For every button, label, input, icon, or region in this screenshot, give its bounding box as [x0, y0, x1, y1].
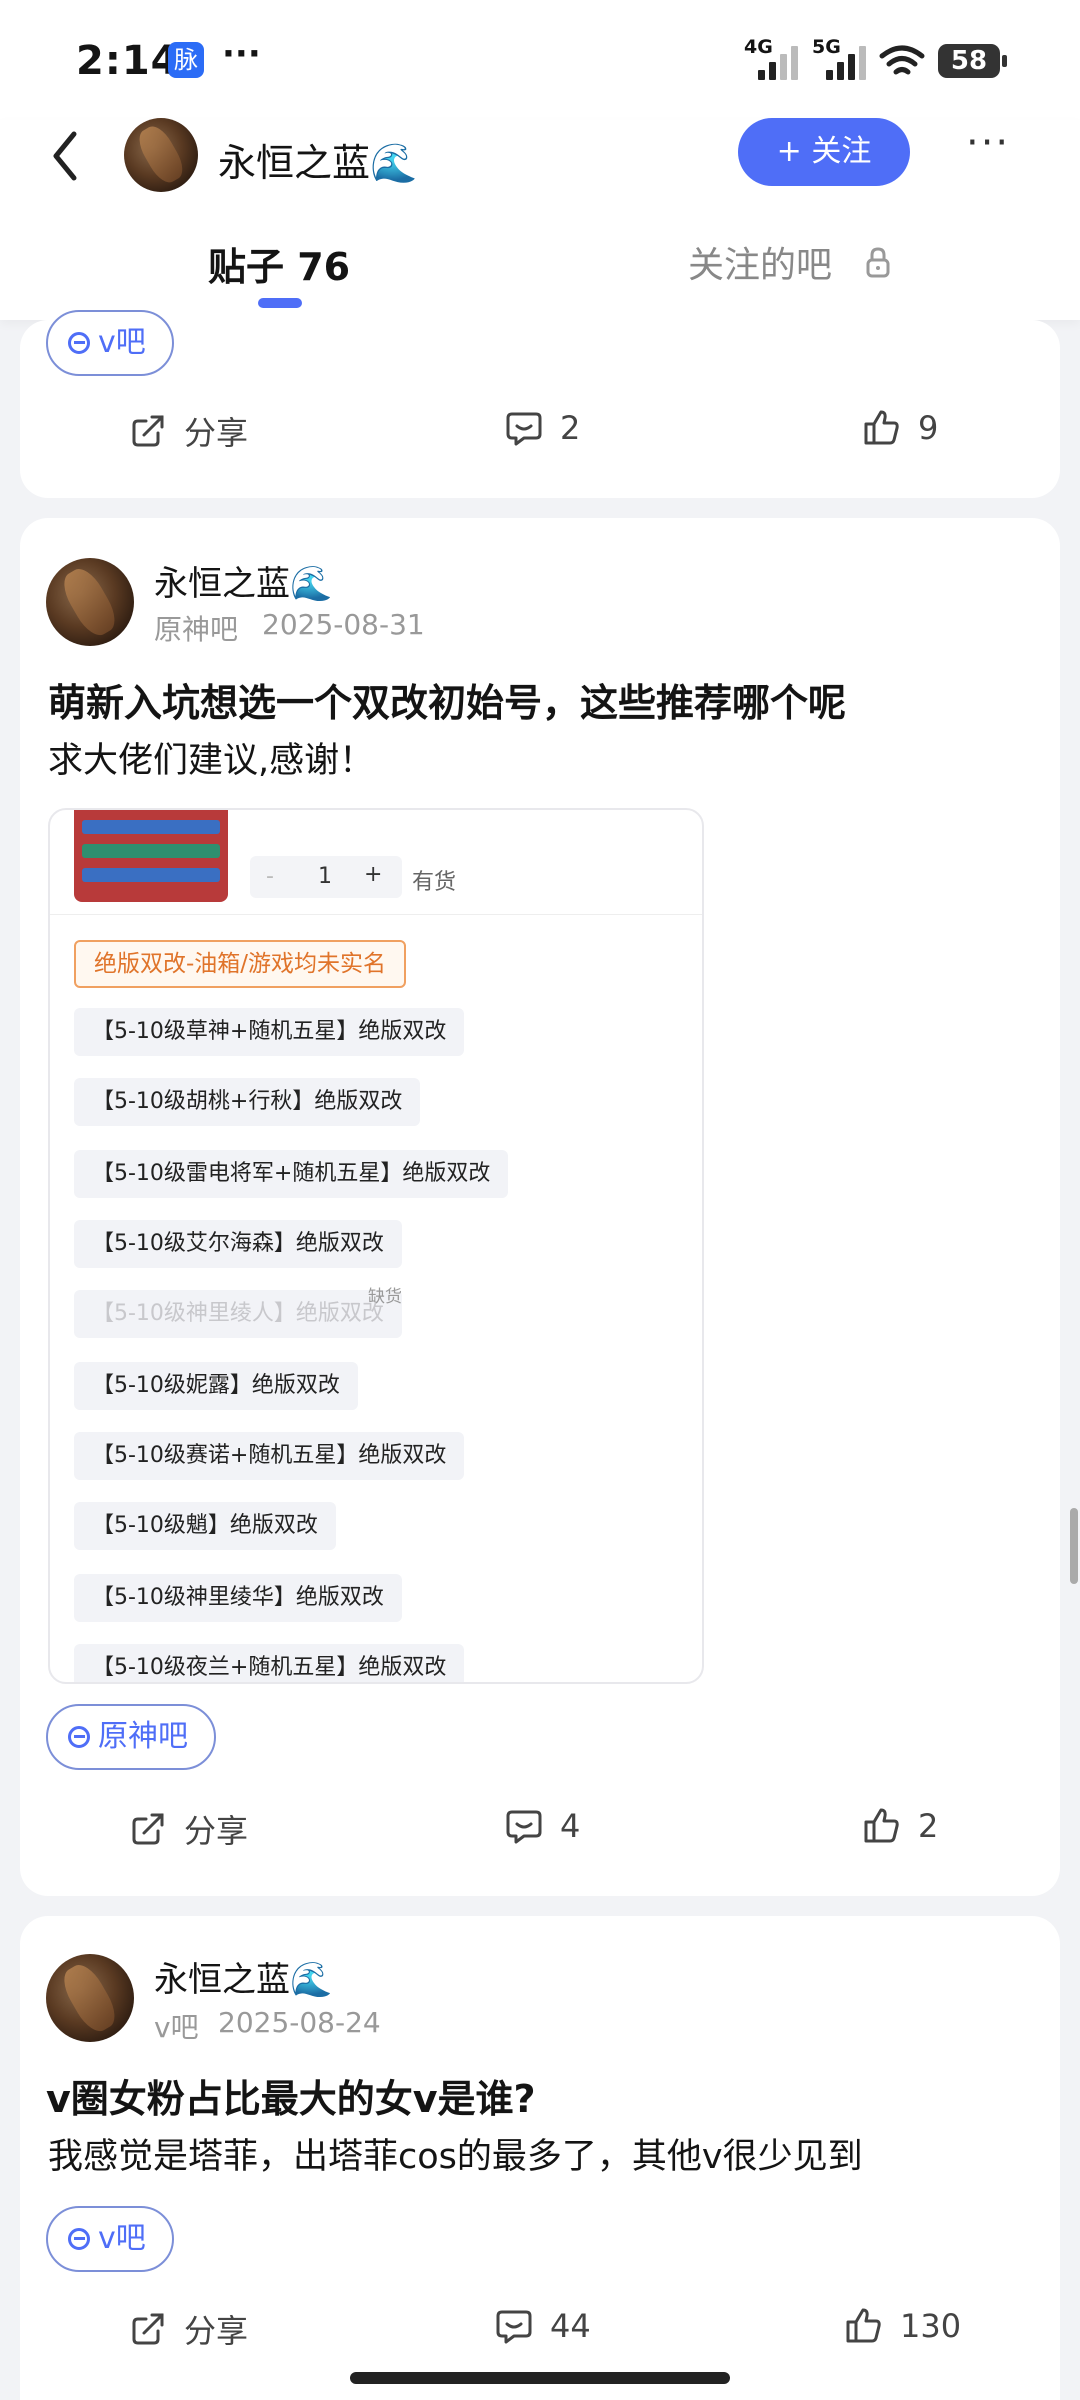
post-date: 2025-08-31	[262, 608, 425, 641]
stepper-value: 1	[318, 864, 332, 889]
thumbs-up-icon	[864, 410, 899, 445]
share-label: 分享	[184, 414, 249, 452]
post-forum[interactable]: 原神吧	[154, 608, 238, 648]
quantity-stepper: - 1 +	[250, 856, 402, 898]
profile-name: 永恒之蓝🌊	[218, 141, 418, 185]
signal-5g-icon	[826, 38, 866, 80]
comment-icon	[496, 2310, 532, 2344]
forum-tag-label: v吧	[98, 325, 146, 360]
thumbs-up-icon	[846, 2308, 881, 2343]
option-item: 【5-10级夜兰+随机五星】绝版双改	[74, 1644, 465, 1682]
avatar[interactable]	[46, 1954, 134, 2042]
app-badge-icon: 脉	[168, 42, 204, 78]
share-icon	[132, 415, 164, 447]
forum-tag[interactable]: v吧	[46, 2206, 174, 2272]
more-options-icon[interactable]: ···	[966, 120, 1010, 166]
status-time: 2:14	[76, 38, 180, 84]
post-body: 我感觉是塔菲，出塔菲cos的最多了，其他v很少见到	[48, 2137, 863, 2177]
divider	[50, 914, 702, 915]
follow-button[interactable]: + 关注	[738, 118, 910, 186]
share-label: 分享	[184, 2312, 249, 2350]
forum-tag[interactable]: 原神吧	[46, 1704, 216, 1770]
forum-tag[interactable]: v吧	[46, 310, 174, 376]
share-button[interactable]: 分享	[128, 408, 248, 454]
status-bar: 2:14 脉 ··· 4G 5G 58	[0, 0, 1080, 120]
like-button[interactable]: 2	[862, 1806, 938, 1846]
tab-posts[interactable]: 贴子 76	[208, 236, 350, 291]
comment-button[interactable]: 4	[504, 1806, 580, 1846]
post-author[interactable]: 永恒之蓝🌊	[154, 556, 332, 605]
option-item: 【5-10级神里绫华】绝版双改	[74, 1574, 402, 1622]
share-button[interactable]: 分享	[128, 2306, 248, 2352]
active-tab-indicator	[258, 298, 302, 308]
post-title[interactable]: 萌新入坑想选一个双改初始号，这些推荐哪个呢	[48, 672, 846, 727]
comment-button[interactable]: 44	[494, 2306, 591, 2346]
post-card[interactable]: v吧 分享 2 9	[20, 310, 1060, 498]
share-label: 分享	[184, 1812, 249, 1850]
comment-icon	[506, 1810, 542, 1844]
stepper-minus: -	[266, 864, 274, 889]
like-count: 9	[918, 409, 939, 447]
home-indicator[interactable]	[350, 2372, 730, 2384]
option-item: 【5-10级雷电将军+随机五星】绝版双改	[74, 1150, 509, 1198]
tab-followed-forums[interactable]: 关注的吧	[688, 236, 832, 288]
forum-tag-icon	[68, 1726, 90, 1748]
comment-icon	[506, 412, 542, 446]
option-item: 【5-10级艾尔海森】绝版双改	[74, 1220, 402, 1268]
like-count: 2	[918, 1807, 939, 1845]
option-item-disabled: 【5-10级神里绫人】绝版双改	[74, 1290, 402, 1338]
thumbs-up-icon	[864, 1808, 899, 1843]
like-button[interactable]: 130	[844, 2306, 961, 2346]
post-body: 求大佬们建议,感谢！	[48, 741, 375, 781]
scrollbar[interactable]	[1070, 1508, 1078, 1584]
share-icon	[132, 2313, 164, 2345]
share-icon	[132, 1813, 164, 1845]
option-item: 【5-10级赛诺+随机五星】绝版双改	[74, 1432, 465, 1480]
post-card[interactable]: 永恒之蓝🌊 v吧 2025-08-24 v圈女粉占比最大的女v是谁? 我感觉是塔…	[20, 1916, 1060, 2400]
product-thumbnail	[74, 810, 228, 902]
option-selected: 绝版双改-油箱/游戏均未实名	[74, 940, 407, 988]
comment-count: 4	[560, 1807, 581, 1845]
status-more-icon: ···	[222, 34, 261, 74]
option-item: 【5-10级草神+随机五星】绝版双改	[74, 1008, 465, 1056]
lock-icon	[866, 247, 890, 278]
wifi-icon	[879, 45, 925, 75]
avatar[interactable]	[124, 118, 198, 192]
comment-button[interactable]: 2	[504, 408, 580, 448]
stepper-plus: +	[364, 862, 383, 887]
stock-status: 有货	[412, 870, 457, 895]
post-date: 2025-08-24	[218, 2006, 381, 2039]
post-title[interactable]: v圈女粉占比最大的女v是谁?	[46, 2068, 536, 2123]
like-button[interactable]: 9	[862, 408, 938, 448]
forum-tag-icon	[68, 332, 90, 354]
comment-count: 2	[560, 409, 581, 447]
comment-count: 44	[550, 2307, 591, 2345]
forum-tag-icon	[68, 2228, 90, 2250]
option-item: 【5-10级胡桃+行秋】绝版双改	[74, 1078, 421, 1126]
post-author[interactable]: 永恒之蓝🌊	[154, 1952, 332, 2001]
back-arrow-icon[interactable]	[50, 130, 80, 182]
signal-4g-icon	[758, 38, 798, 80]
forum-tag-label: v吧	[98, 2221, 146, 2256]
post-image[interactable]: - 1 + 有货 绝版双改-油箱/游戏均未实名 【5-10级草神+随机五星】绝版…	[48, 808, 704, 1684]
battery-icon: 58	[938, 44, 1007, 78]
option-item: 【5-10级妮露】绝版双改	[74, 1362, 358, 1410]
avatar[interactable]	[46, 558, 134, 646]
like-count: 130	[900, 2307, 962, 2345]
forum-tag-label: 原神吧	[98, 1719, 188, 1754]
post-forum[interactable]: v吧	[154, 2006, 199, 2046]
option-item: 【5-10级魈】绝版双改	[74, 1502, 336, 1550]
share-button[interactable]: 分享	[128, 1806, 248, 1852]
out-of-stock-label: 缺货	[368, 1287, 402, 1307]
